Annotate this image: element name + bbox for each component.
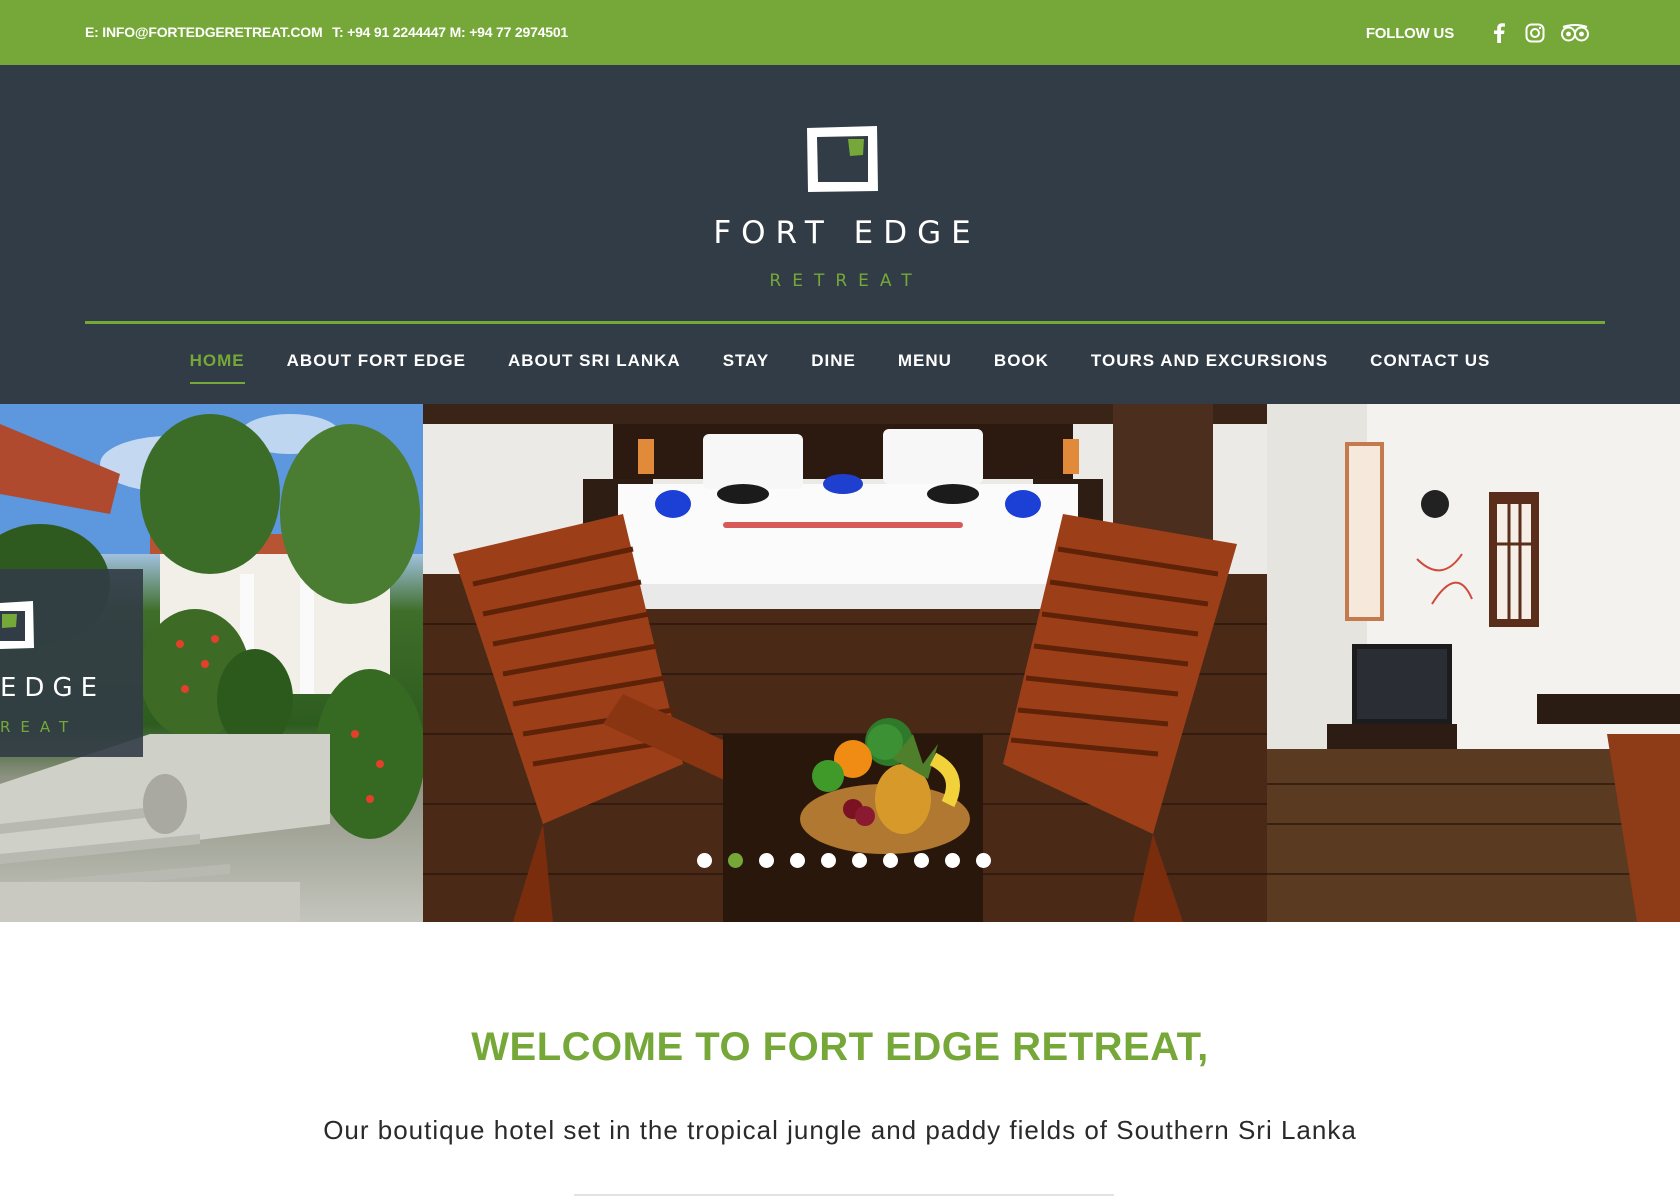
top-bar: E: INFO@FORTEDGERETREAT.COM T: +94 91 22… bbox=[0, 0, 1680, 65]
contact-info: E: INFO@FORTEDGERETREAT.COM T: +94 91 22… bbox=[85, 24, 574, 40]
brand-subtitle: RETREAT bbox=[769, 271, 923, 291]
slider-dot[interactable] bbox=[976, 853, 991, 868]
nav-contact-us[interactable]: CONTACT US bbox=[1370, 351, 1490, 380]
image-slider[interactable]: EDGE REAT bbox=[0, 404, 1680, 922]
social-links: FOLLOW US bbox=[1366, 20, 1592, 46]
living-room-scene bbox=[1267, 404, 1680, 922]
slide-bedroom-photo[interactable] bbox=[423, 404, 1267, 922]
nav-stay[interactable]: STAY bbox=[723, 351, 770, 380]
section-divider bbox=[574, 1194, 1114, 1196]
nav-menu[interactable]: MENU bbox=[898, 351, 952, 380]
overlay-logo: EDGE REAT bbox=[0, 569, 143, 757]
welcome-tagline: Our boutique hotel set in the tropical j… bbox=[323, 1115, 1357, 1145]
welcome-heading: WELCOME TO FORT EDGE RETREAT, bbox=[471, 1025, 1209, 1069]
nav-dine[interactable]: DINE bbox=[811, 351, 856, 380]
slider-dot[interactable] bbox=[945, 853, 960, 868]
header-divider bbox=[85, 321, 1605, 324]
nav-about-sri-lanka[interactable]: ABOUT SRI LANKA bbox=[508, 351, 681, 380]
nav-book[interactable]: BOOK bbox=[994, 351, 1049, 380]
overlay-logo-icon bbox=[0, 601, 34, 649]
slider-dot-active[interactable] bbox=[728, 853, 743, 868]
nav-about-fort-edge[interactable]: ABOUT FORT EDGE bbox=[287, 351, 466, 380]
slide-living-room-photo[interactable] bbox=[1267, 404, 1680, 922]
slider-dot[interactable] bbox=[883, 853, 898, 868]
main-nav: HOME ABOUT FORT EDGE ABOUT SRI LANKA STA… bbox=[0, 351, 1680, 384]
instagram-icon[interactable] bbox=[1522, 20, 1548, 46]
phone-numbers: T: +94 91 2244447 M: +94 77 2974501 bbox=[332, 24, 569, 40]
slide-exterior-photo[interactable]: EDGE REAT bbox=[0, 404, 423, 922]
nav-home[interactable]: HOME bbox=[189, 351, 245, 384]
slider-dot[interactable] bbox=[852, 853, 867, 868]
logo-icon[interactable] bbox=[804, 124, 880, 194]
slider-dot[interactable] bbox=[697, 853, 712, 868]
slider-dot[interactable] bbox=[821, 853, 836, 868]
slider-dot[interactable] bbox=[759, 853, 774, 868]
bedroom-scene bbox=[423, 404, 1267, 922]
slider-dots bbox=[423, 853, 1267, 868]
overlay-brand-name: EDGE bbox=[0, 673, 106, 703]
email-link[interactable]: E: INFO@FORTEDGERETREAT.COM bbox=[85, 24, 323, 40]
site-header: FORT EDGE RETREAT HOME ABOUT FORT EDGE A… bbox=[0, 65, 1680, 404]
slider-dot[interactable] bbox=[790, 853, 805, 868]
facebook-icon[interactable] bbox=[1486, 20, 1512, 46]
nav-tours-and-excursions[interactable]: TOURS AND EXCURSIONS bbox=[1091, 351, 1328, 380]
slider-dot[interactable] bbox=[914, 853, 929, 868]
overlay-brand-subtitle: REAT bbox=[0, 718, 79, 736]
brand-name: FORT EDGE bbox=[713, 215, 981, 251]
tripadvisor-icon[interactable] bbox=[1558, 20, 1592, 46]
follow-us-label: FOLLOW US bbox=[1365, 24, 1454, 42]
